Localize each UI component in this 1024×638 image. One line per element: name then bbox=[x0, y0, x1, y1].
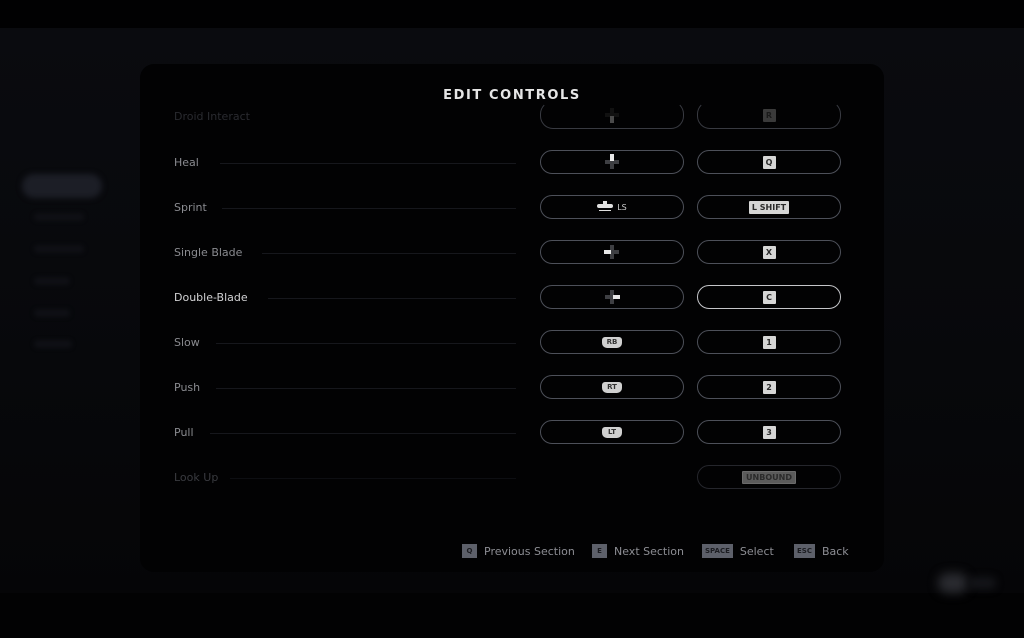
gamepad-binding-slot[interactable] bbox=[540, 240, 684, 264]
action-label: Slow bbox=[174, 336, 200, 349]
row-divider bbox=[220, 163, 516, 164]
row-divider bbox=[268, 298, 516, 299]
dpad-down-icon bbox=[604, 107, 620, 123]
gamepad-binding-slot[interactable]: LT bbox=[540, 420, 684, 444]
hint-back[interactable]: ESC Back bbox=[794, 544, 849, 558]
keyboard-binding-slot[interactable]: 1 bbox=[697, 330, 841, 354]
action-label: Pull bbox=[174, 426, 194, 439]
row-divider bbox=[210, 433, 516, 434]
key-e: E bbox=[592, 544, 607, 558]
blurred-sidebar-item bbox=[34, 340, 72, 348]
row-divider bbox=[262, 253, 516, 254]
blurred-sidebar-item bbox=[34, 245, 84, 253]
blurred-sidebar-selected-item bbox=[22, 174, 102, 198]
keyboard-binding-slot[interactable]: X bbox=[697, 240, 841, 264]
action-label: Droid Interact bbox=[174, 110, 250, 123]
binding-row-droid-interact[interactable]: Droid Interact R bbox=[174, 101, 854, 135]
keyboard-binding-slot-selected[interactable]: C bbox=[697, 285, 841, 309]
footer-hints: Q Previous Section E Next Section SPACE … bbox=[140, 544, 884, 564]
unbound-key: UNBOUND bbox=[742, 470, 796, 484]
dpad-left-icon bbox=[604, 244, 620, 260]
keyboard-binding-slot[interactable]: 2 bbox=[697, 375, 841, 399]
binding-row-look-up[interactable]: Look Up UNBOUND bbox=[174, 465, 854, 493]
keyboard-key: 1 bbox=[762, 335, 776, 349]
binding-row-single-blade[interactable]: Single Blade X bbox=[174, 240, 854, 268]
dpad-up-icon bbox=[604, 154, 620, 170]
keyboard-key: R bbox=[762, 108, 776, 122]
binding-row-double-blade[interactable]: Double-Blade C bbox=[174, 285, 854, 313]
action-label: Single Blade bbox=[174, 246, 243, 259]
keyboard-key: L SHIFT bbox=[748, 200, 790, 214]
hint-select[interactable]: SPACE Select bbox=[702, 544, 774, 558]
binding-row-heal[interactable]: Heal Q bbox=[174, 150, 854, 178]
action-label: Look Up bbox=[174, 471, 219, 484]
gamepad-stick-binding: LS bbox=[597, 201, 627, 213]
key-esc: ESC bbox=[794, 544, 815, 558]
keyboard-key: C bbox=[762, 290, 776, 304]
keyboard-binding-slot[interactable]: R bbox=[697, 101, 841, 129]
keyboard-binding-slot[interactable]: UNBOUND bbox=[697, 465, 841, 489]
binding-row-push[interactable]: Push RT 2 bbox=[174, 375, 854, 403]
gamepad-binding-slot[interactable]: LS bbox=[540, 195, 684, 219]
hint-previous-section[interactable]: Q Previous Section bbox=[462, 544, 575, 558]
action-label: Push bbox=[174, 381, 201, 394]
hint-label: Previous Section bbox=[484, 544, 575, 558]
action-label: Sprint bbox=[174, 201, 207, 214]
keyboard-key: 3 bbox=[762, 425, 776, 439]
keyboard-binding-slot[interactable]: L SHIFT bbox=[697, 195, 841, 219]
hint-label: Select bbox=[739, 544, 774, 558]
hint-label: Back bbox=[821, 544, 849, 558]
keyboard-binding-slot[interactable]: Q bbox=[697, 150, 841, 174]
keyboard-key: Q bbox=[762, 155, 776, 169]
binding-row-sprint[interactable]: Sprint LS L SHIFT bbox=[174, 195, 854, 223]
action-label: Heal bbox=[174, 156, 199, 169]
blurred-corner-prompt-label bbox=[968, 577, 996, 589]
row-divider bbox=[230, 478, 516, 479]
keyboard-binding-slot[interactable]: 3 bbox=[697, 420, 841, 444]
gamepad-button-lt: LT bbox=[602, 426, 622, 438]
blurred-corner-prompt-icon bbox=[938, 573, 968, 593]
hint-next-section[interactable]: E Next Section bbox=[592, 544, 684, 558]
gamepad-binding-slot[interactable] bbox=[540, 101, 684, 129]
edit-controls-panel: EDIT CONTROLS Droid Interact R Heal Q Sp… bbox=[140, 64, 884, 572]
gamepad-binding-slot[interactable]: RB bbox=[540, 330, 684, 354]
gamepad-button-rb: RB bbox=[602, 336, 622, 348]
background-top bbox=[0, 0, 1024, 28]
action-label: Double-Blade bbox=[174, 291, 248, 304]
keyboard-key: 2 bbox=[762, 380, 776, 394]
row-divider bbox=[216, 388, 516, 389]
gamepad-binding-slot[interactable]: RT bbox=[540, 375, 684, 399]
blurred-sidebar-item bbox=[34, 213, 84, 221]
background-bottom bbox=[0, 593, 1024, 638]
key-q: Q bbox=[462, 544, 477, 558]
binding-row-slow[interactable]: Slow RB 1 bbox=[174, 330, 854, 358]
hint-label: Next Section bbox=[614, 544, 684, 558]
dpad-right-icon bbox=[604, 289, 620, 305]
row-divider bbox=[216, 343, 516, 344]
blurred-sidebar-item bbox=[34, 309, 70, 317]
keyboard-key: X bbox=[762, 245, 776, 259]
left-stick-click-icon bbox=[597, 201, 614, 213]
gamepad-button-rt: RT bbox=[602, 381, 622, 393]
gamepad-binding-slot[interactable] bbox=[540, 285, 684, 309]
stick-label: LS bbox=[617, 202, 627, 212]
gamepad-binding-slot[interactable] bbox=[540, 150, 684, 174]
blurred-sidebar-item bbox=[34, 277, 70, 285]
binding-row-pull[interactable]: Pull LT 3 bbox=[174, 420, 854, 448]
key-space: SPACE bbox=[702, 544, 733, 558]
row-divider bbox=[222, 208, 516, 209]
